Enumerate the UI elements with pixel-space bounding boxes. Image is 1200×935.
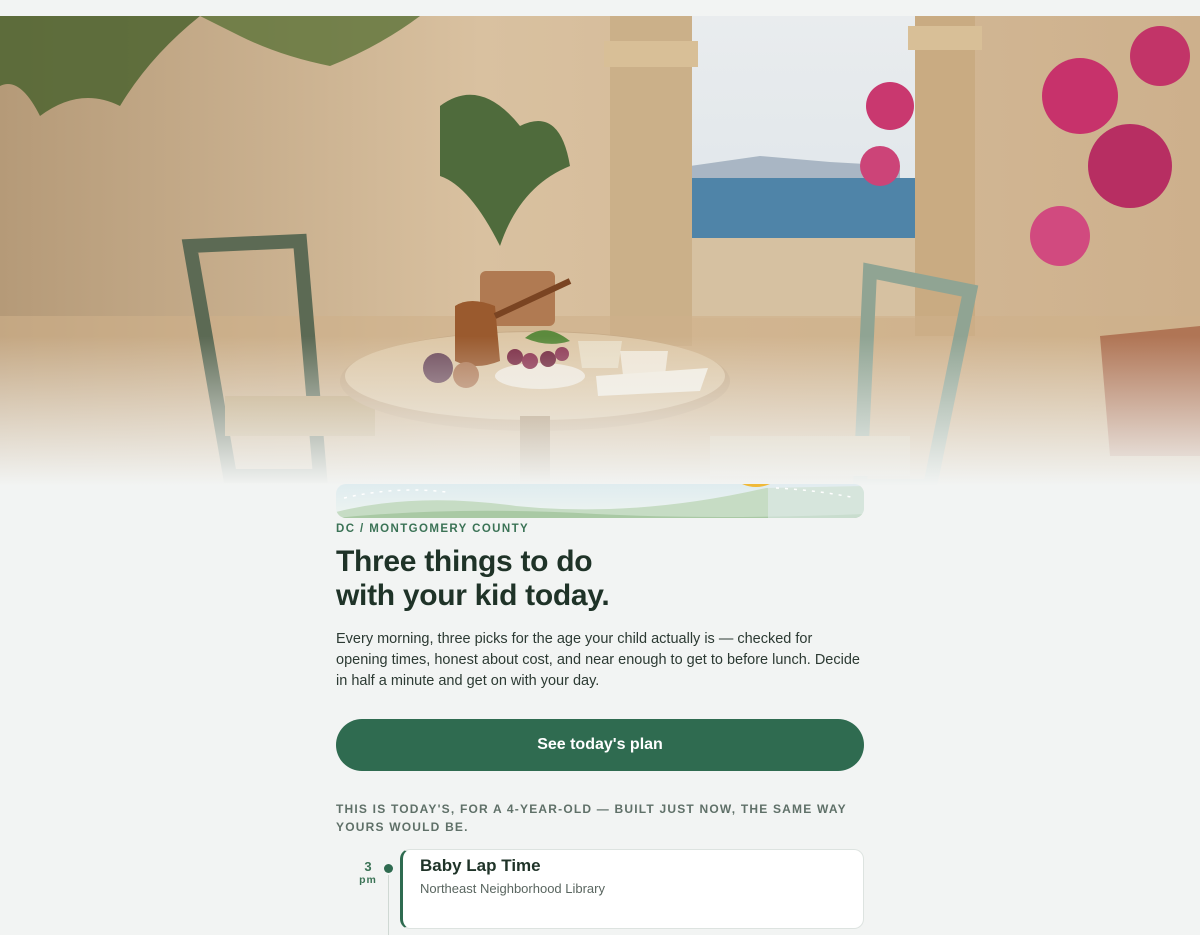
plan-item-place: Northeast Neighborhood Library: [420, 881, 605, 896]
sample-plan-note: THIS IS TODAY'S, FOR A 4-YEAR-OLD — BUIL…: [336, 802, 847, 834]
plan-item-title: Baby Lap Time: [420, 856, 541, 875]
plan-item-card[interactable]: Baby Lap Time Northeast Neighborhood Lib…: [400, 849, 864, 929]
top-bar: [0, 0, 1200, 16]
headline-line-2: with your kid today.: [336, 579, 610, 612]
plan-item-time: 3 pm: [350, 859, 386, 887]
intro-section: DC / MONTGOMERY COUNTY Three things to d…: [336, 484, 864, 935]
headline-line-1: Three things to do: [336, 545, 593, 578]
plan-timeline: 3 pm Baby Lap Time Northeast Neighborhoo…: [336, 849, 864, 935]
page-headline: Three things to do with your kid today.: [336, 545, 864, 613]
see-todays-plan-button[interactable]: See today's plan: [336, 719, 864, 771]
hero-image: [0, 16, 1200, 486]
plan-item-hour: 3: [364, 859, 372, 874]
plan-item-ampm: pm: [359, 874, 377, 886]
landscape-banner: [336, 484, 864, 518]
timeline-dot-icon: [384, 864, 393, 873]
timeline-rail: [388, 875, 389, 935]
region-eyebrow: DC / MONTGOMERY COUNTY: [336, 523, 530, 535]
intro-paragraph: Every morning, three picks for the age y…: [336, 631, 860, 689]
